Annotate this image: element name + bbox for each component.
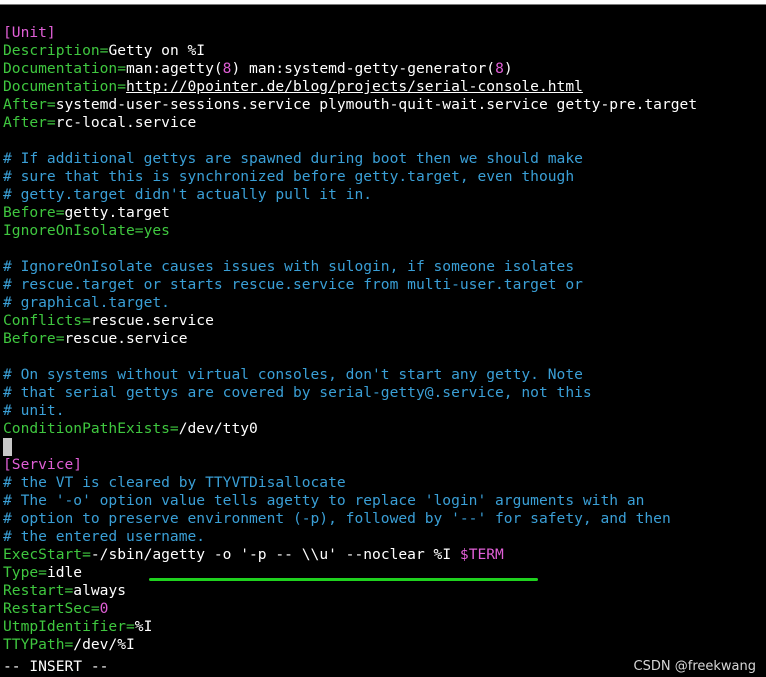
editor-token: rc-local.service: [55, 114, 197, 131]
editor-token: getty.target: [64, 204, 170, 221]
editor-token: # graphical.target.: [3, 294, 170, 311]
editor-line[interactable]: TTYPath=/dev/%I: [3, 636, 763, 654]
editor-line[interactable]: ExecStart=-/sbin/agetty -o '-p -- \\u' -…: [3, 546, 763, 564]
editor-token: TTYPath=: [3, 636, 74, 653]
editor-token: Documentation=: [3, 60, 127, 77]
editor-line[interactable]: Description=Getty on %I: [3, 42, 763, 60]
editor-token: http://0pointer.de/blog/projects/serial-…: [126, 78, 583, 95]
editor-token: Before=: [3, 204, 65, 221]
editor-token: IgnoreOnIsolate=: [3, 222, 144, 239]
editor-line[interactable]: # IgnoreOnIsolate causes issues with sul…: [3, 258, 763, 276]
editor-token: # If additional gettys are spawned durin…: [3, 150, 583, 167]
editor-token: After=: [3, 114, 56, 131]
editor-token: yes: [143, 222, 170, 239]
editor-line[interactable]: # On systems without virtual consoles, d…: [3, 366, 763, 384]
editor-token: man:agetty(: [126, 60, 223, 77]
editor-token: # option to preserve environment (-p), f…: [3, 510, 671, 527]
editor-token: $TERM: [459, 546, 504, 563]
editor-token: Restart=: [3, 582, 74, 599]
editor-token: systemd-user-sessions.service plymouth-q…: [55, 96, 698, 113]
editor-token: idle: [46, 564, 83, 581]
editor-token: Documentation=: [3, 78, 127, 95]
editor-token: ): [503, 60, 513, 77]
editor-line[interactable]: Conflicts=rescue.service: [3, 312, 763, 330]
editor-line[interactable]: [3, 348, 763, 366]
editor-token: # sure that this is synchronized before …: [3, 168, 575, 185]
editor-token: # getty.target didn't actually pull it i…: [3, 186, 373, 203]
editor-line[interactable]: ConditionPathExists=/dev/tty0: [3, 420, 763, 438]
editor-line[interactable]: [3, 240, 763, 258]
editor-line[interactable]: # If additional gettys are spawned durin…: [3, 150, 763, 168]
editor-token: always: [73, 582, 127, 599]
editor-token: [Service]: [3, 456, 83, 473]
editor-line[interactable]: # that serial gettys are covered by seri…: [3, 384, 763, 402]
editor-line[interactable]: [Unit]: [3, 24, 763, 42]
editor-token: UtmpIdentifier=: [3, 618, 135, 635]
editor-line[interactable]: # unit.: [3, 402, 763, 420]
editor-line[interactable]: # the entered username.: [3, 528, 763, 546]
editor-token: Conflicts=: [3, 312, 91, 329]
editor-token: 0: [99, 600, 109, 617]
vim-editor-buffer[interactable]: [Unit] Description=Getty on %I Documentati…: [3, 24, 763, 654]
editor-line[interactable]: Before=rescue.service: [3, 330, 763, 348]
editor-token: # the entered username.: [3, 528, 206, 545]
watermark: CSDN @freekwang: [633, 659, 756, 674]
editor-line[interactable]: # rescue.target or starts rescue.service…: [3, 276, 763, 294]
editor-line[interactable]: # option to preserve environment (-p), f…: [3, 510, 763, 528]
editor-line[interactable]: # sure that this is synchronized before …: [3, 168, 763, 186]
editor-token: Type=: [3, 564, 47, 581]
editor-line[interactable]: [3, 438, 763, 456]
editor-token: # IgnoreOnIsolate causes issues with sul…: [3, 258, 575, 275]
editor-line[interactable]: # getty.target didn't actually pull it i…: [3, 186, 763, 204]
editor-token: # The '-o' option value tells agetty to …: [3, 492, 645, 509]
editor-line[interactable]: UtmpIdentifier=%I: [3, 618, 763, 636]
editor-line[interactable]: RestartSec=0: [3, 600, 763, 618]
editor-token: Description=: [3, 42, 109, 59]
editor-token: After=: [3, 96, 56, 113]
editor-line[interactable]: # graphical.target.: [3, 294, 763, 312]
editor-token: 8: [495, 60, 504, 77]
editor-token: Getty on %I: [108, 42, 206, 59]
editor-token: rescue.service: [64, 330, 188, 347]
editor-token: ConditionPathExists=: [3, 420, 179, 437]
editor-token: ) man:systemd-getty-generator(: [231, 60, 496, 77]
editor-line[interactable]: # the VT is cleared by TTYVTDisallocate: [3, 474, 763, 492]
editor-token: /dev/%I: [73, 636, 135, 653]
editor-token: RestartSec=: [3, 600, 100, 617]
editor-line[interactable]: Documentation=http://0pointer.de/blog/pr…: [3, 78, 763, 96]
editor-token: # the VT is cleared by TTYVTDisallocate: [3, 474, 346, 491]
editor-line[interactable]: After=rc-local.service: [3, 114, 763, 132]
editor-token: [Unit]: [3, 24, 56, 41]
editor-token: /dev/tty0: [178, 420, 258, 437]
editor-token: rescue.service: [90, 312, 214, 329]
editor-line[interactable]: Restart=always: [3, 582, 763, 600]
editor-token: # that serial gettys are covered by seri…: [3, 384, 592, 401]
vim-mode-status: -- INSERT --: [3, 658, 109, 675]
editor-line[interactable]: Before=getty.target: [3, 204, 763, 222]
text-cursor: [3, 438, 12, 456]
editor-line[interactable]: IgnoreOnIsolate=yes: [3, 222, 763, 240]
editor-token: %I: [134, 618, 153, 635]
editor-token: # rescue.target or starts rescue.service…: [3, 276, 583, 293]
editor-line[interactable]: [Service]: [3, 456, 763, 474]
green-highlight-underline: [149, 578, 538, 581]
terminal-window[interactable]: [Unit] Description=Getty on %I Documentati…: [0, 4, 766, 677]
editor-token: Before=: [3, 330, 65, 347]
editor-line[interactable]: Documentation=man:agetty( 8) man:systemd-…: [3, 60, 763, 78]
editor-token: ExecStart=: [3, 546, 91, 563]
editor-token: # On systems without virtual consoles, d…: [3, 366, 583, 383]
editor-line[interactable]: [3, 132, 763, 150]
editor-line[interactable]: # The '-o' option value tells agetty to …: [3, 492, 763, 510]
editor-token: # unit.: [3, 402, 65, 419]
editor-token: -/sbin/agetty -o '-p -- \\u' --noclear %…: [90, 546, 460, 563]
editor-line[interactable]: After=systemd-user-sessions.service plym…: [3, 96, 763, 114]
